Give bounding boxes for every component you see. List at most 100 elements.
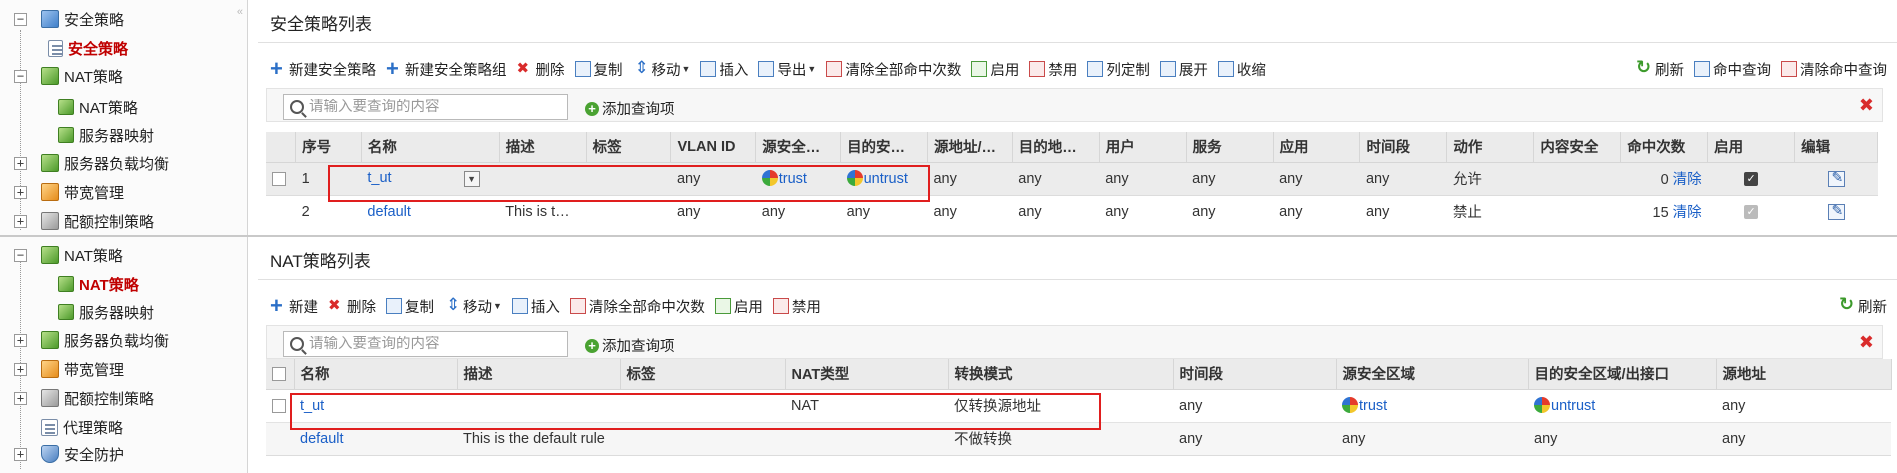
clear-hits-link[interactable]: 清除 bbox=[1673, 205, 1702, 221]
delete-button[interactable]: 删除 bbox=[517, 59, 565, 80]
expand-toggle-icon[interactable]: + bbox=[14, 156, 27, 170]
column-header[interactable]: NAT类型 bbox=[785, 359, 949, 390]
add-query-button[interactable]: + 添加查询项 bbox=[585, 98, 675, 119]
edit-icon[interactable] bbox=[1827, 202, 1845, 220]
collapse-button[interactable]: 收缩 bbox=[1217, 59, 1266, 80]
search-field[interactable] bbox=[283, 94, 568, 120]
enable-button[interactable]: 启用 bbox=[971, 59, 1019, 80]
close-icon[interactable]: ✖ bbox=[1859, 95, 1874, 116]
tree-node-quota[interactable]: + 配额控制策略 bbox=[14, 387, 154, 409]
column-header[interactable]: VLAN ID bbox=[670, 132, 757, 163]
search-field[interactable] bbox=[283, 331, 568, 357]
delete-button[interactable]: 删除 bbox=[328, 296, 376, 317]
column-header[interactable]: 内容安全 bbox=[1533, 132, 1622, 163]
select-all-checkbox[interactable] bbox=[272, 366, 286, 381]
column-header[interactable]: 编辑 bbox=[1794, 132, 1878, 163]
column-header[interactable]: 描述 bbox=[457, 359, 621, 390]
column-header[interactable]: 动作 bbox=[1446, 132, 1535, 163]
column-header[interactable]: 源地址 bbox=[1716, 359, 1892, 390]
edit-icon[interactable] bbox=[1827, 169, 1845, 187]
tree-node-server-mapping[interactable]: 服务器映射 bbox=[58, 301, 154, 323]
enabled-checkbox[interactable]: ✓ bbox=[1744, 171, 1759, 186]
expand-button[interactable]: 展开 bbox=[1159, 59, 1208, 80]
new-policy-group-button[interactable]: 新建安全策略组 bbox=[386, 56, 507, 82]
collapse-toggle-icon[interactable]: − bbox=[14, 248, 27, 262]
refresh-button[interactable]: 刷新 bbox=[1839, 294, 1887, 317]
close-icon[interactable]: ✖ bbox=[1859, 332, 1874, 353]
column-header[interactable]: 目的地… bbox=[1012, 132, 1100, 163]
move-button[interactable]: 移动▼ bbox=[444, 295, 502, 317]
clear-hits-button[interactable]: 清除全部命中次数 bbox=[826, 59, 961, 80]
export-button[interactable]: 导出 ▼ bbox=[758, 59, 816, 80]
zone-link[interactable]: untrust bbox=[864, 171, 908, 187]
collapse-toggle-icon[interactable]: − bbox=[14, 12, 27, 26]
column-header[interactable]: 服务 bbox=[1186, 132, 1274, 163]
tree-node-server-mapping[interactable]: 服务器映射 bbox=[58, 124, 154, 146]
expand-toggle-icon[interactable]: + bbox=[14, 185, 27, 199]
insert-button[interactable]: 插入 bbox=[700, 59, 748, 80]
column-header[interactable]: 用户 bbox=[1099, 132, 1187, 163]
zone-link[interactable]: trust bbox=[1359, 398, 1387, 414]
expand-toggle-icon[interactable]: + bbox=[14, 214, 27, 228]
search-input[interactable] bbox=[309, 336, 549, 352]
column-header[interactable]: 转换模式 bbox=[948, 359, 1174, 390]
tree-node-nat-policy[interactable]: − NAT策略 bbox=[14, 244, 123, 266]
column-header[interactable]: 源安全区域 bbox=[1336, 359, 1529, 390]
move-button[interactable]: 移动▼ bbox=[633, 58, 691, 80]
policy-name-link[interactable]: t_ut bbox=[367, 170, 391, 186]
expand-toggle-icon[interactable]: + bbox=[14, 447, 27, 461]
table-row[interactable]: 1 t_ut ▼ any trust untrust any any any an… bbox=[266, 162, 1878, 196]
column-header[interactable]: 标签 bbox=[620, 359, 786, 390]
tree-node-bandwidth[interactable]: + 带宽管理 bbox=[14, 181, 124, 203]
tree-node-bandwidth[interactable]: + 带宽管理 bbox=[14, 358, 124, 380]
table-row[interactable]: default This is the default rule 不做转换 an… bbox=[266, 422, 1891, 456]
collapse-icon[interactable]: « bbox=[237, 6, 243, 18]
policy-name-link[interactable]: default bbox=[300, 431, 344, 447]
column-header[interactable]: 标签 bbox=[586, 132, 672, 163]
refresh-button[interactable]: 刷新 bbox=[1636, 57, 1684, 80]
row-checkbox[interactable] bbox=[272, 398, 286, 413]
column-header[interactable]: 目的安全区域/出接口 bbox=[1528, 359, 1717, 390]
expand-toggle-icon[interactable]: + bbox=[14, 333, 27, 347]
column-header[interactable]: 目的安… bbox=[840, 132, 928, 163]
tree-node-security-policy[interactable]: − 安全策略 bbox=[14, 8, 124, 30]
insert-button[interactable]: 插入 bbox=[511, 296, 560, 317]
column-custom-button[interactable]: 列定制 bbox=[1087, 59, 1150, 80]
select-all-header[interactable] bbox=[266, 359, 295, 390]
tree-node-nat-policy[interactable]: − NAT策略 bbox=[14, 65, 123, 87]
column-header[interactable]: 描述 bbox=[499, 132, 587, 163]
column-header[interactable]: 序号 bbox=[295, 132, 362, 163]
column-header[interactable]: 启用 bbox=[1707, 132, 1796, 163]
add-query-button[interactable]: + 添加查询项 bbox=[585, 335, 675, 356]
policy-name-link[interactable]: default bbox=[367, 204, 411, 220]
policy-name-link[interactable]: t_ut bbox=[300, 398, 324, 414]
tree-node-quota[interactable]: + 配额控制策略 bbox=[14, 210, 154, 232]
column-header[interactable]: 源地址/… bbox=[927, 132, 1013, 163]
tree-node-protection[interactable]: + 安全防护 bbox=[14, 443, 124, 465]
tree-node-nat-policy-leaf[interactable]: NAT策略 bbox=[58, 96, 138, 118]
clear-hits-link[interactable]: 清除 bbox=[1673, 172, 1702, 188]
dropdown-icon[interactable]: ▼ bbox=[463, 170, 480, 187]
new-policy-button[interactable]: 新建安全策略 bbox=[270, 56, 376, 82]
expand-toggle-icon[interactable]: + bbox=[14, 391, 27, 405]
column-header[interactable]: 名称 bbox=[361, 132, 500, 163]
zone-link[interactable]: trust bbox=[779, 171, 807, 187]
tree-node-load-balance[interactable]: + 服务器负载均衡 bbox=[14, 329, 169, 351]
column-header[interactable]: 应用 bbox=[1273, 132, 1361, 163]
disable-button[interactable]: 禁用 bbox=[1029, 59, 1077, 80]
copy-button[interactable]: 复制 bbox=[574, 59, 623, 80]
column-header[interactable]: 名称 bbox=[294, 359, 458, 390]
search-input[interactable] bbox=[309, 99, 549, 115]
tree-node-proxy[interactable]: 代理策略 bbox=[41, 416, 123, 438]
table-row[interactable]: t_ut NAT 仅转换源地址 any trust untrust any bbox=[266, 389, 1891, 422]
column-header[interactable]: 时间段 bbox=[1173, 359, 1337, 390]
new-button[interactable]: 新建 bbox=[270, 293, 318, 319]
disable-button[interactable]: 禁用 bbox=[772, 296, 821, 317]
clear-hit-query-button[interactable]: 清除命中查询 bbox=[1781, 59, 1887, 80]
expand-toggle-icon[interactable]: + bbox=[14, 362, 27, 376]
row-checkbox[interactable] bbox=[272, 171, 286, 186]
tree-node-security-policy-leaf[interactable]: 安全策略 bbox=[48, 37, 128, 59]
table-row[interactable]: 2 default This is t… any any any any any… bbox=[266, 195, 1878, 228]
enable-button[interactable]: 启用 bbox=[714, 296, 763, 317]
clear-hits-button[interactable]: 清除全部命中次数 bbox=[569, 296, 705, 317]
